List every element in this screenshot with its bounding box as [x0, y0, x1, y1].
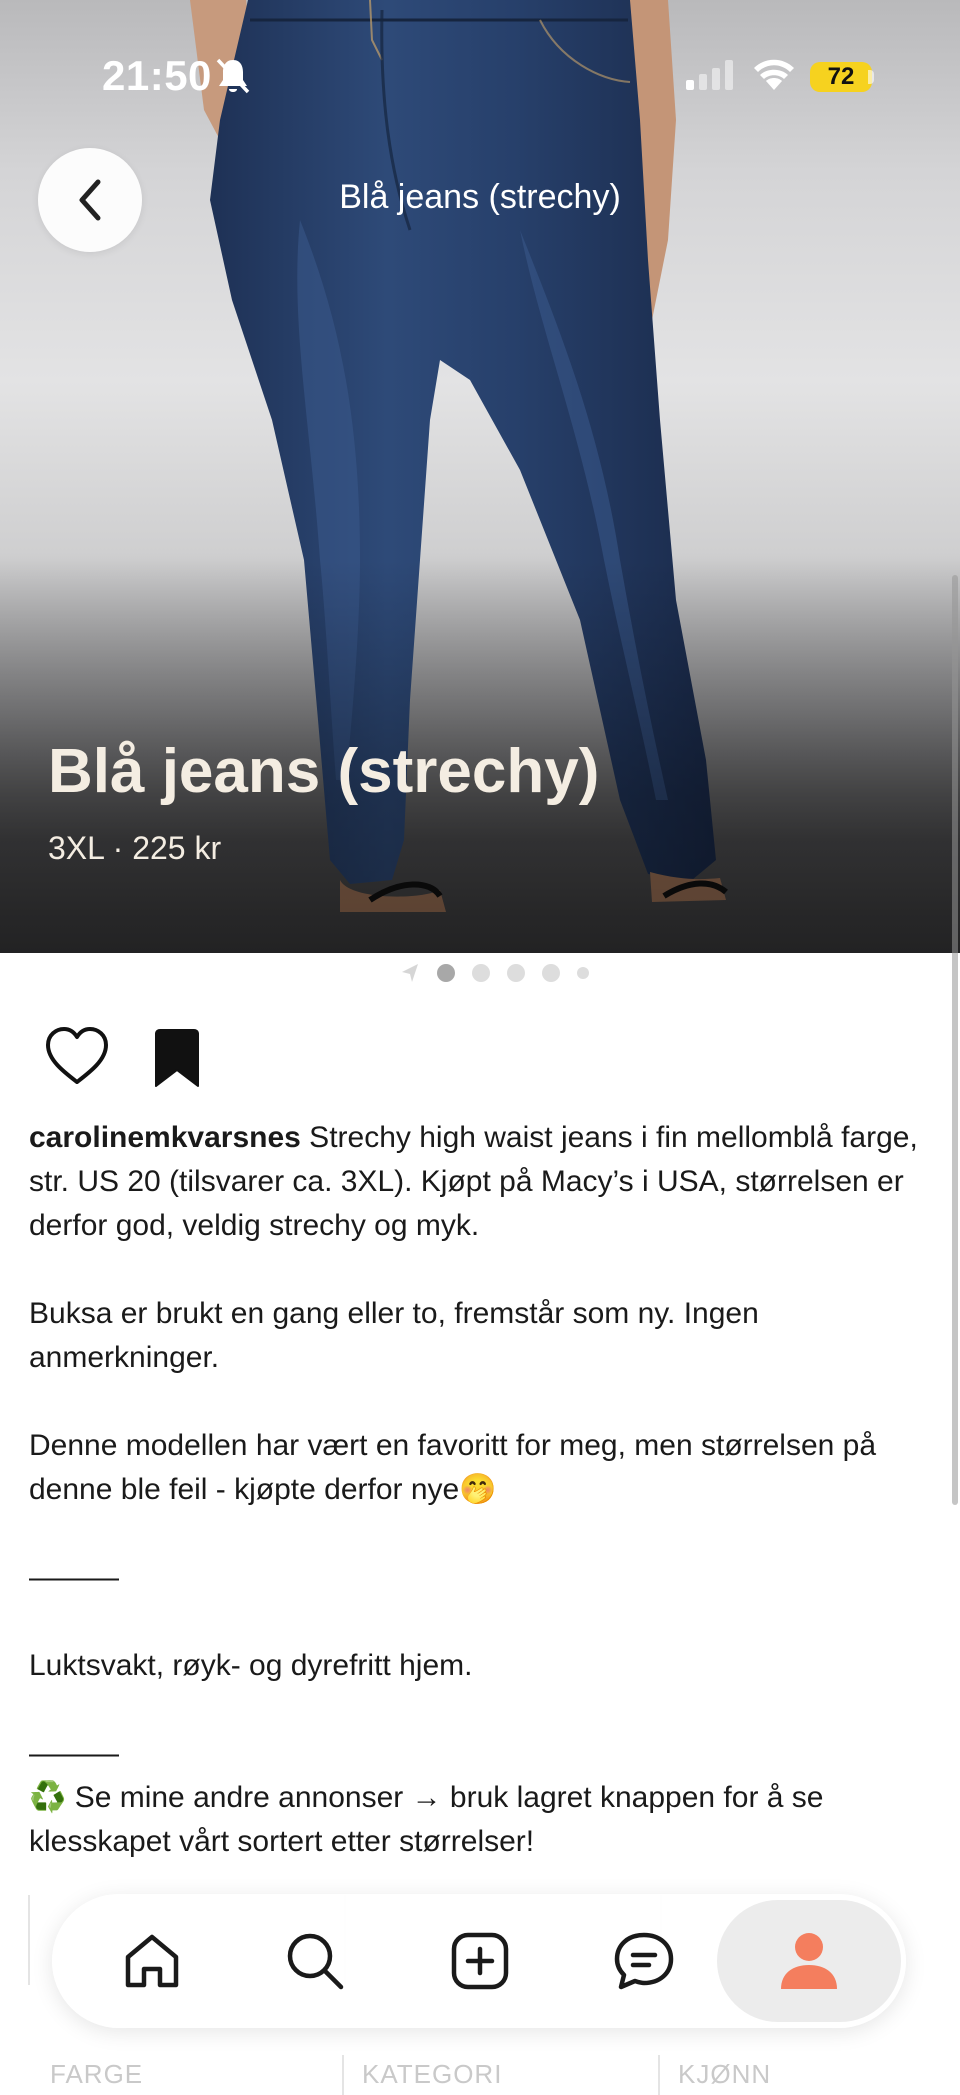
carousel-dot[interactable] [542, 964, 560, 982]
tab-home[interactable] [92, 1894, 212, 2028]
location-arrow-icon [402, 964, 418, 982]
add-icon [451, 1932, 509, 1990]
description-divider: ——— [29, 1561, 119, 1594]
bottom-tab-bar [52, 1894, 906, 2028]
description-paragraph: ♻️ Se mine andre annonser → bruk lagret … [29, 1781, 824, 1858]
home-icon [125, 1934, 179, 1988]
heart-icon[interactable] [44, 1026, 110, 1086]
product-size-price: 3XL · 225 kr [48, 830, 222, 866]
details-header: FARGE [50, 2059, 144, 2089]
carousel-dot[interactable] [472, 964, 490, 982]
carousel-dot[interactable] [437, 964, 455, 982]
signal-icon [686, 60, 733, 90]
battery-indicator: 72 [810, 62, 872, 92]
details-header: KATEGORI [362, 2059, 503, 2089]
status-bar: 21:50 72 [0, 0, 960, 150]
nav-title: Blå jeans (strechy) [339, 178, 621, 216]
search-icon [287, 1933, 344, 1990]
bookmark-icon[interactable] [150, 1028, 204, 1088]
profile-icon [781, 1933, 837, 1989]
description-paragraph: Buksa er brukt en gang eller to, fremstå… [29, 1297, 759, 1374]
status-time: 21:50 [102, 52, 212, 99]
carousel-dot[interactable] [577, 967, 589, 979]
scroll-indicator[interactable] [952, 575, 958, 1505]
details-header: KJØNN [678, 2059, 772, 2089]
messages-icon [614, 1932, 674, 1990]
carousel-dots[interactable] [400, 962, 589, 984]
listing-description: carolinemkvarsnes Strechy high waist jea… [29, 1116, 929, 1864]
bell-muted-icon [216, 58, 250, 94]
wifi-icon [754, 59, 794, 90]
details-table-headers: FARGE KATEGORI KJØNN [28, 2055, 932, 2095]
tab-profile[interactable] [717, 1900, 901, 2022]
product-photo[interactable]: 21:50 72 Blå jeans (strechy) Blå jeans (… [0, 0, 960, 953]
product-title: Blå jeans (strechy) [48, 737, 600, 806]
description-paragraph: Luktsvakt, røyk- og dyrefritt hjem. [29, 1649, 473, 1682]
tab-search[interactable] [255, 1894, 375, 2028]
carousel-dot[interactable] [507, 964, 525, 982]
tab-add-listing[interactable] [420, 1894, 540, 2028]
seller-username[interactable]: carolinemkvarsnes [29, 1121, 301, 1154]
description-divider: ——— [29, 1737, 119, 1770]
description-paragraph: Denne modellen har vært en favoritt for … [29, 1429, 877, 1506]
tab-messages[interactable] [584, 1894, 704, 2028]
battery-tip [868, 70, 874, 84]
description-intro: carolinemkvarsnes Strechy high waist jea… [29, 1121, 918, 1242]
